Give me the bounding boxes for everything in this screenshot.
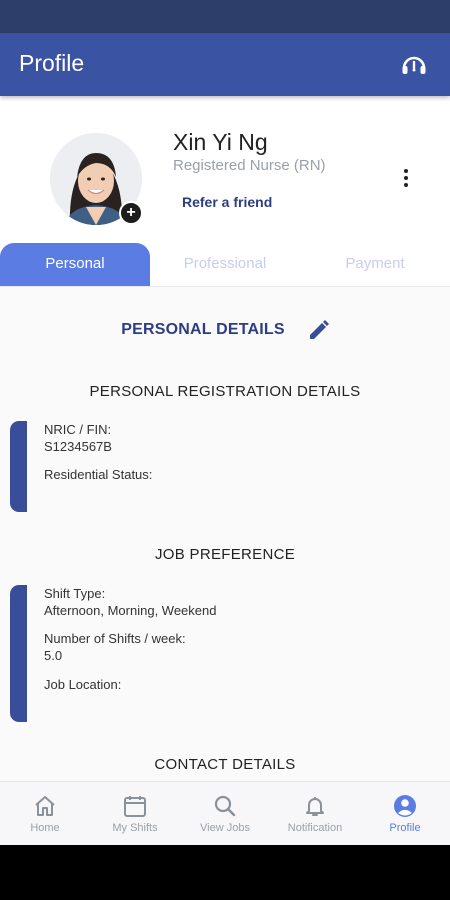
registration-section-title: PERSONAL REGISTRATION DETAILS xyxy=(89,383,361,400)
card-accent-bar xyxy=(10,585,27,722)
add-photo-icon[interactable]: + xyxy=(119,201,143,225)
app-bar: Profile xyxy=(0,33,450,96)
nav-view-jobs[interactable]: View Jobs xyxy=(180,782,270,846)
job-location-label: Job Location: xyxy=(44,677,122,692)
status-bar xyxy=(0,0,450,33)
contact-details-title: CONTACT DETAILS xyxy=(154,756,296,773)
more-options-icon[interactable] xyxy=(396,166,416,190)
shifts-per-week-label: Number of Shifts / week: xyxy=(44,631,186,646)
tab-professional[interactable]: Professional xyxy=(150,243,300,286)
nav-home[interactable]: Home xyxy=(0,782,90,846)
profile-content[interactable]: + Xin Yi Ng Registered Nurse (RN) Refer … xyxy=(0,96,450,781)
nav-view-jobs-label: View Jobs xyxy=(200,822,250,834)
bottom-navigation: Home My Shifts View Jobs Notification Pr… xyxy=(0,781,450,846)
nav-profile-label: Profile xyxy=(389,822,421,834)
card-accent-bar xyxy=(10,421,27,512)
nric-label: NRIC / FIN: xyxy=(44,422,112,437)
avatar-container[interactable]: + xyxy=(50,133,143,225)
job-preference-card: Shift Type: Afternoon, Morning, Weekend … xyxy=(10,585,450,722)
bell-icon xyxy=(306,797,324,816)
tab-payment[interactable]: Payment xyxy=(300,243,450,286)
profile-tabs: Personal Professional Payment xyxy=(0,243,450,287)
tab-personal[interactable]: Personal xyxy=(0,243,150,286)
nav-my-shifts-label: My Shifts xyxy=(112,822,158,834)
profile-role: Registered Nurse (RN) xyxy=(173,157,326,174)
shift-type-value: Afternoon, Morning, Weekend xyxy=(44,603,217,618)
personal-details-title: PERSONAL DETAILS xyxy=(121,321,285,338)
system-navigation-bar xyxy=(0,845,450,900)
job-preference-title: JOB PREFERENCE xyxy=(154,546,296,563)
nav-profile[interactable]: Profile xyxy=(360,782,450,846)
registration-card: NRIC / FIN: S1234567B Residential Status… xyxy=(10,421,450,512)
nav-notification-label: Notification xyxy=(287,822,343,834)
residential-status-label: Residential Status: xyxy=(44,467,153,482)
page-title: Profile xyxy=(19,50,85,76)
refer-friend-link[interactable]: Refer a friend xyxy=(182,194,272,210)
search-icon xyxy=(214,795,236,817)
nav-notification[interactable]: Notification xyxy=(270,782,360,846)
edit-icon[interactable] xyxy=(307,318,331,342)
shift-type-label: Shift Type: xyxy=(44,586,106,601)
nric-value: S1234567B xyxy=(44,439,112,454)
profile-name: Xin Yi Ng xyxy=(173,129,268,155)
shifts-per-week-value: 5.0 xyxy=(44,648,63,663)
nav-home-label: Home xyxy=(30,822,60,834)
headset-support-icon[interactable] xyxy=(400,51,428,79)
calendar-icon xyxy=(124,796,146,817)
nav-my-shifts[interactable]: My Shifts xyxy=(90,782,180,846)
account-circle-icon xyxy=(394,795,416,817)
home-icon xyxy=(35,796,55,816)
